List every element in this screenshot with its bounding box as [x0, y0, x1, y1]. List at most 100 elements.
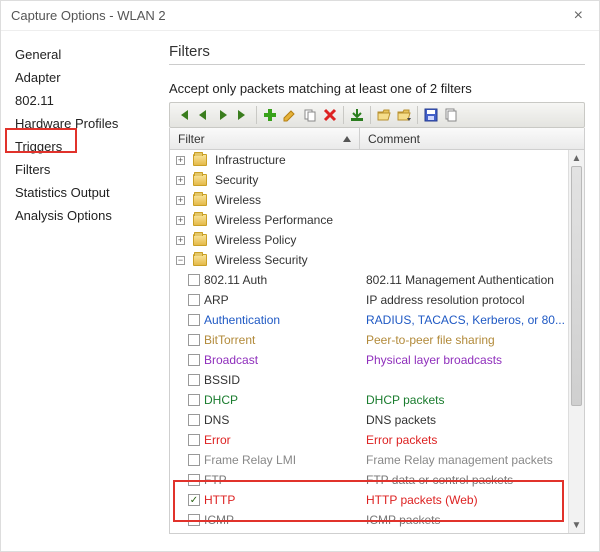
grid-header: Filter Comment — [169, 128, 585, 150]
folder-row[interactable]: +Security — [170, 170, 568, 190]
filter-label: ARP — [204, 293, 229, 307]
filter-checkbox[interactable] — [188, 454, 200, 466]
filter-comment: DNS packets — [360, 413, 568, 427]
add-icon[interactable] — [261, 106, 279, 124]
window-title: Capture Options - WLAN 2 — [11, 8, 166, 23]
column-comment-label: Comment — [368, 132, 420, 146]
filter-label: 802.11 Auth — [204, 273, 267, 287]
edit-icon[interactable] — [281, 106, 299, 124]
filter-row[interactable]: AuthenticationRADIUS, TACACS, Kerberos, … — [170, 310, 568, 330]
sidebar-item-adapter[interactable]: Adapter — [1, 66, 161, 89]
filter-label: DHCP — [204, 393, 238, 407]
folder-row[interactable]: + Wireless Policy — [170, 230, 568, 250]
folder-icon — [193, 154, 207, 166]
filter-comment: HTTP packets (Web) — [360, 493, 568, 507]
window: Capture Options - WLAN 2 × GeneralAdapte… — [0, 0, 600, 552]
filter-row[interactable]: BSSID — [170, 370, 568, 390]
scroll-down-icon[interactable]: ▼ — [569, 517, 584, 533]
filter-row[interactable]: ✓ HTTP HTTP packets (Web) — [170, 490, 568, 510]
scrollbar[interactable]: ▲ ▼ — [568, 150, 584, 533]
filter-row[interactable]: ICMP ICMP packets — [170, 510, 568, 530]
filter-row[interactable]: ErrorError packets — [170, 430, 568, 450]
nav-next-icon[interactable] — [214, 106, 232, 124]
filter-row[interactable]: BroadcastPhysical layer broadcasts — [170, 350, 568, 370]
column-filter-label: Filter — [178, 132, 205, 146]
filter-row[interactable]: FTPFTP data or control packets — [170, 470, 568, 490]
filter-comment: Peer-to-peer file sharing — [360, 333, 568, 347]
filter-checkbox[interactable] — [188, 474, 200, 486]
sidebar-item-filters[interactable]: Filters — [1, 158, 161, 181]
toolbar-separator — [343, 106, 344, 124]
expand-icon[interactable]: + — [176, 236, 185, 245]
expand-icon[interactable]: + — [176, 216, 185, 225]
folder-row[interactable]: −Wireless Security — [170, 250, 568, 270]
save-icon[interactable] — [422, 106, 440, 124]
filter-row[interactable]: IGMPIGMP packets — [170, 530, 568, 534]
filter-label: ICMP — [204, 513, 234, 527]
folder-row[interactable]: + Infrastructure — [170, 150, 568, 170]
filter-checkbox[interactable] — [188, 514, 200, 526]
sidebar-item-802-11[interactable]: 802.11 — [1, 89, 161, 112]
column-filter[interactable]: Filter — [170, 128, 360, 149]
expand-icon[interactable]: + — [176, 196, 185, 205]
filter-row[interactable]: ARP IP address resolution protocol — [170, 290, 568, 310]
delete-icon[interactable] — [321, 106, 339, 124]
nav-last-icon[interactable] — [234, 106, 252, 124]
collapse-icon[interactable]: − — [176, 256, 185, 265]
filter-checkbox[interactable] — [188, 274, 200, 286]
filter-checkbox[interactable] — [188, 354, 200, 366]
sidebar-item-statistics-output[interactable]: Statistics Output — [1, 181, 161, 204]
filter-checkbox[interactable] — [188, 294, 200, 306]
filter-checkbox[interactable] — [188, 374, 200, 386]
folder-icon — [193, 194, 207, 206]
grid-rows: +Infrastructure+Security+Wireless+Wirele… — [170, 150, 568, 534]
sidebar-item-triggers[interactable]: Triggers — [1, 135, 161, 158]
filter-row[interactable]: 802.11 Auth802.11 Management Authenticat… — [170, 270, 568, 290]
filter-label: BitTorrent — [204, 333, 255, 347]
scroll-up-icon[interactable]: ▲ — [569, 150, 584, 166]
sidebar-item-hardware-profiles[interactable]: Hardware Profiles — [1, 112, 161, 135]
filter-label: Error — [204, 433, 231, 447]
titlebar: Capture Options - WLAN 2 × — [1, 1, 599, 31]
content: GeneralAdapter802.11Hardware ProfilesTri… — [1, 31, 599, 551]
folder-label: Wireless Performance — [215, 213, 333, 227]
folder-open-icon[interactable] — [375, 106, 393, 124]
filter-row[interactable]: BitTorrent Peer-to-peer file sharing — [170, 330, 568, 350]
folder-label: Infrastructure — [215, 153, 286, 167]
copy-icon[interactable] — [442, 106, 460, 124]
folder-row[interactable]: + Wireless Performance — [170, 210, 568, 230]
folder-row[interactable]: +Wireless — [170, 190, 568, 210]
duplicate-icon[interactable] — [301, 106, 319, 124]
filter-row[interactable]: DHCPDHCP packets — [170, 390, 568, 410]
filter-checkbox[interactable]: ✓ — [188, 494, 200, 506]
filter-label: Frame Relay LMI — [204, 453, 296, 467]
filter-label: Broadcast — [204, 353, 258, 367]
main-panel: Filters Accept only packets matching at … — [161, 31, 599, 551]
folder-dropdown-icon[interactable] — [395, 106, 413, 124]
filter-comment: IGMP packets — [360, 533, 568, 534]
sidebar-item-general[interactable]: General — [1, 43, 161, 66]
scroll-thumb[interactable] — [571, 166, 582, 406]
sidebar-item-analysis-options[interactable]: Analysis Options — [1, 204, 161, 227]
filter-checkbox[interactable] — [188, 414, 200, 426]
filter-checkbox[interactable] — [188, 314, 200, 326]
filter-row[interactable]: Frame Relay LMIFrame Relay management pa… — [170, 450, 568, 470]
close-icon[interactable]: × — [568, 7, 589, 25]
filter-comment: IP address resolution protocol — [360, 293, 568, 307]
expand-icon[interactable]: + — [176, 156, 185, 165]
expand-icon[interactable]: + — [176, 176, 185, 185]
filter-checkbox[interactable] — [188, 434, 200, 446]
filter-label: HTTP — [204, 493, 235, 507]
toolbar-separator — [417, 106, 418, 124]
page-title: Filters — [169, 43, 585, 65]
filter-checkbox[interactable] — [188, 334, 200, 346]
folder-label: Wireless Policy — [215, 233, 296, 247]
column-comment[interactable]: Comment — [360, 128, 584, 149]
import-icon[interactable] — [348, 106, 366, 124]
filter-comment: ICMP packets — [360, 513, 568, 527]
filter-checkbox[interactable] — [188, 394, 200, 406]
filter-label: Authentication — [204, 313, 280, 327]
filter-row[interactable]: DNSDNS packets — [170, 410, 568, 430]
nav-first-icon[interactable] — [174, 106, 192, 124]
nav-prev-icon[interactable] — [194, 106, 212, 124]
